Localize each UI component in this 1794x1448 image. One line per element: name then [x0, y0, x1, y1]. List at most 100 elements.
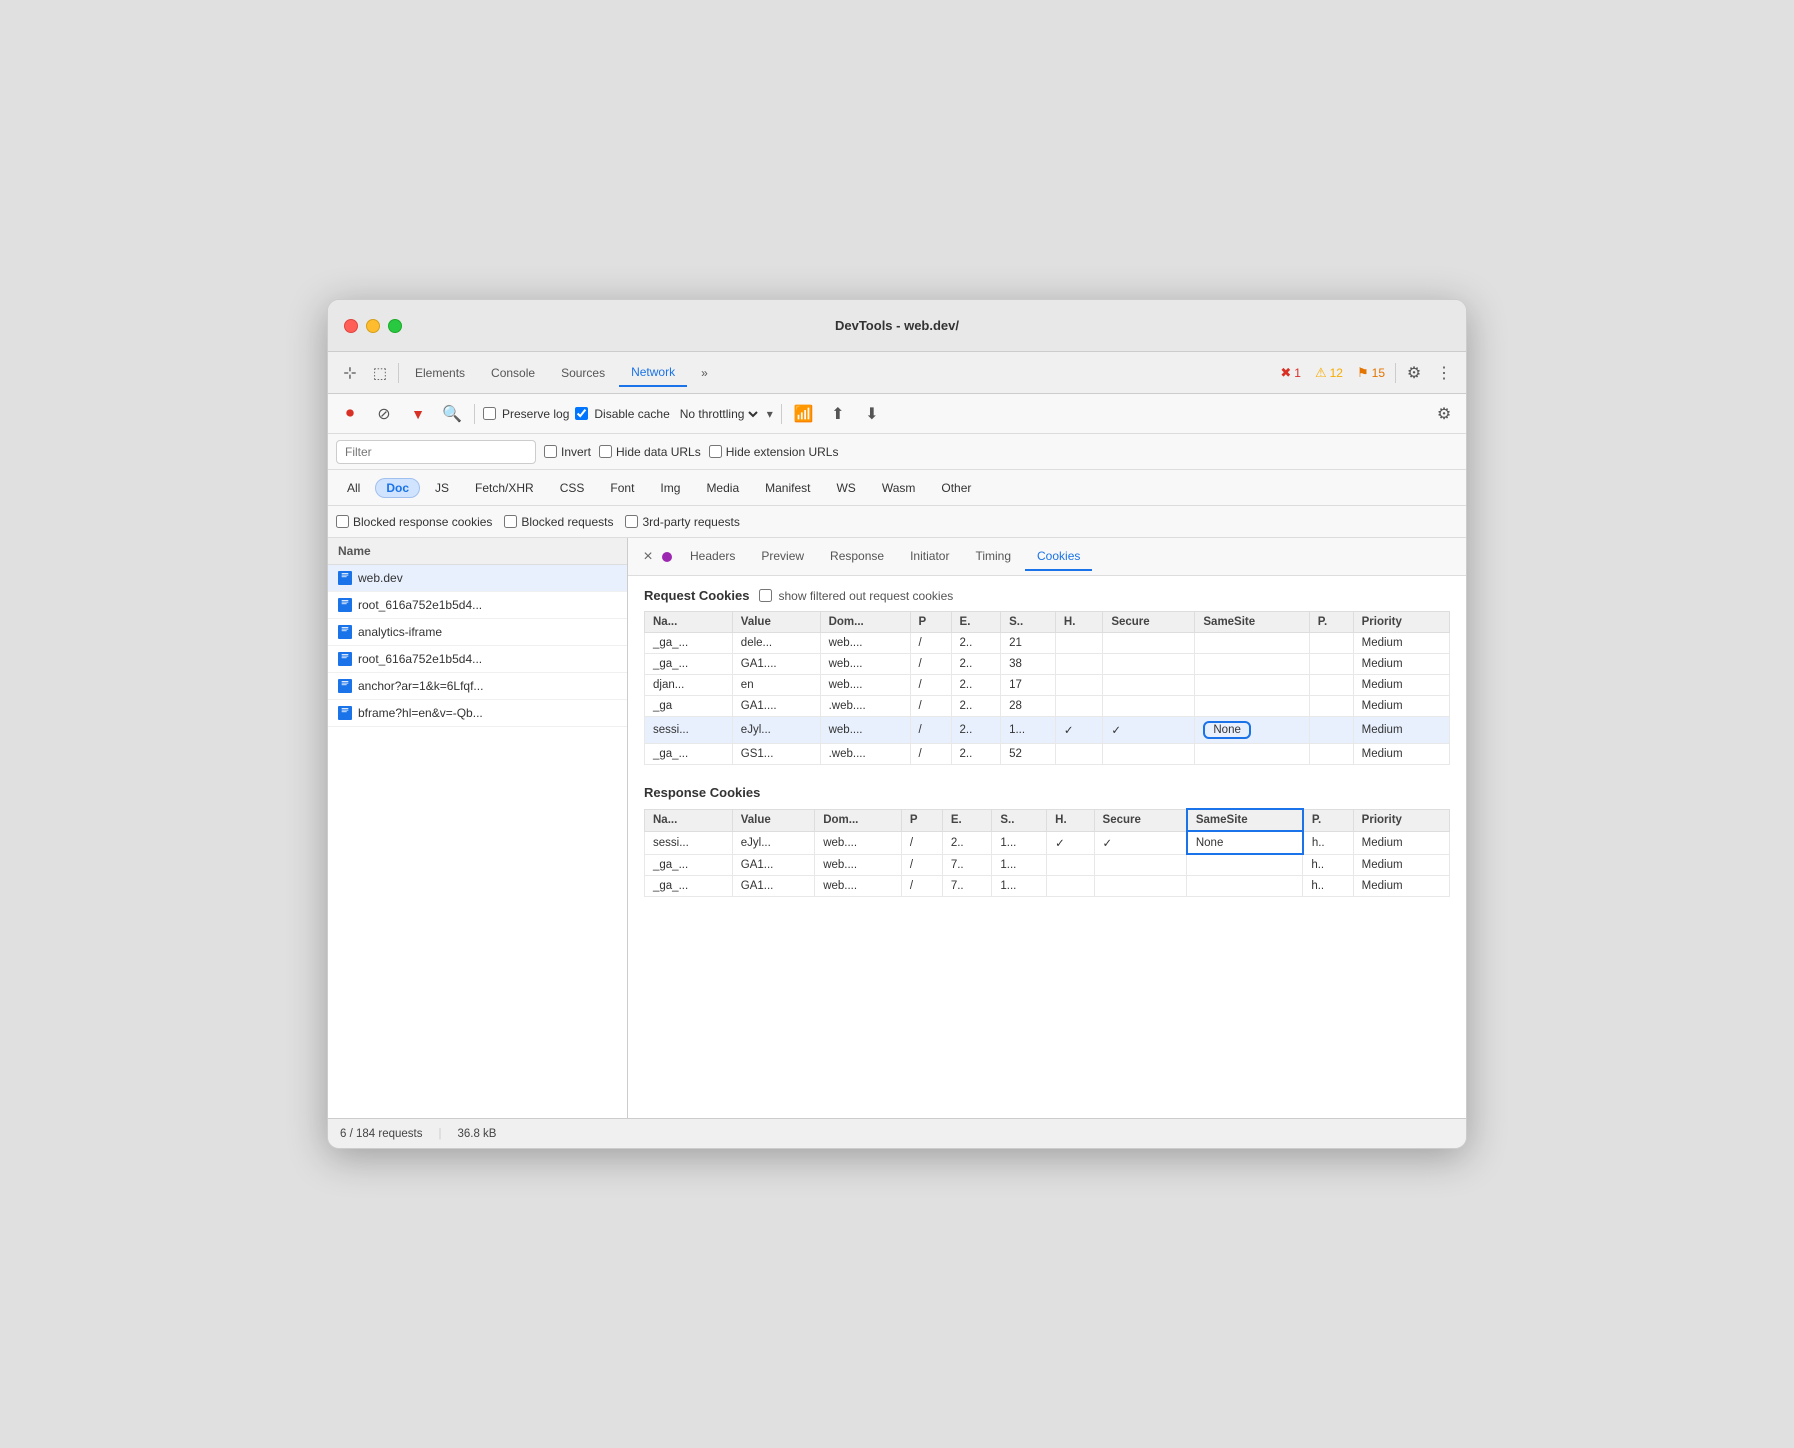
main-content: Name web.dev root_616a752e1b5d4... analy…: [328, 538, 1466, 1118]
sidebar-item-bframe[interactable]: bframe?hl=en&v=-Qb...: [328, 700, 627, 727]
search-icon[interactable]: 🔍: [438, 400, 466, 428]
none-badge-request: None: [1203, 721, 1251, 739]
blocked-response-cookies-input[interactable]: [336, 515, 349, 528]
sidebar-item-label: bframe?hl=en&v=-Qb...: [358, 706, 483, 720]
toolbar-sep1: [474, 404, 475, 424]
hide-data-urls-checkbox[interactable]: Hide data URLs: [599, 445, 701, 459]
invert-input[interactable]: [544, 445, 557, 458]
tab-network[interactable]: Network: [619, 359, 687, 387]
tab-sources[interactable]: Sources: [549, 360, 617, 386]
sidebar-item-root2[interactable]: root_616a752e1b5d4...: [328, 646, 627, 673]
rcol-part: P.: [1303, 809, 1353, 831]
clear-button[interactable]: ⊘: [370, 400, 398, 428]
wifi-icon[interactable]: 📶: [790, 400, 818, 428]
hide-extension-urls-checkbox[interactable]: Hide extension URLs: [709, 445, 839, 459]
throttle-arrow[interactable]: ▾: [767, 407, 773, 421]
request-cookies-header-row: Na... Value Dom... P E. S.. H. Secure Sa…: [645, 612, 1450, 633]
filter-ws[interactable]: WS: [825, 478, 866, 498]
tab-more[interactable]: »: [689, 360, 720, 386]
table-row[interactable]: _ga_... GA1... web.... / 7.. 1... h.. Me…: [645, 854, 1450, 875]
table-row[interactable]: _ga GA1.... .web.... / 2.. 28 Medium: [645, 696, 1450, 717]
table-row[interactable]: _ga_... dele... web.... / 2.. 21 Medium: [645, 633, 1450, 654]
network-settings-icon[interactable]: ⚙: [1430, 400, 1458, 428]
filter-media[interactable]: Media: [695, 478, 750, 498]
network-toolbar: ⏺ ⊘ ▼ 🔍 Preserve log Disable cache No th…: [328, 394, 1466, 434]
device-toolbar-icon[interactable]: ⬚: [366, 359, 394, 387]
disable-cache-input[interactable]: [575, 407, 588, 420]
filter-manifest[interactable]: Manifest: [754, 478, 821, 498]
throttle-select[interactable]: No throttling: [676, 406, 761, 422]
more-options-icon[interactable]: ⋮: [1430, 359, 1458, 387]
response-cookies-header-row: Na... Value Dom... P E. S.. H. Secure Sa…: [645, 809, 1450, 831]
traffic-lights: [344, 319, 402, 333]
preserve-log-checkbox[interactable]: Preserve log: [483, 407, 569, 421]
tab-console[interactable]: Console: [479, 360, 547, 386]
table-row[interactable]: _ga_... GA1.... web.... / 2.. 38 Medium: [645, 654, 1450, 675]
tab-headers[interactable]: Headers: [678, 543, 747, 571]
filter-all[interactable]: All: [336, 478, 371, 498]
sidebar-item-webdev[interactable]: web.dev: [328, 565, 627, 592]
warning-icon: ⚠: [1315, 365, 1327, 381]
element-picker-icon[interactable]: ⊹: [336, 359, 364, 387]
rcol-domain: Dom...: [815, 809, 902, 831]
table-row[interactable]: sessi... eJyl... web.... / 2.. 1... ✓ ✓ …: [645, 717, 1450, 744]
blocked-requests-input[interactable]: [504, 515, 517, 528]
record-button[interactable]: ⏺: [336, 400, 364, 428]
sidebar: Name web.dev root_616a752e1b5d4... analy…: [328, 538, 628, 1118]
tab-elements[interactable]: Elements: [403, 360, 477, 386]
response-cookies-table: Na... Value Dom... P E. S.. H. Secure Sa…: [644, 808, 1450, 897]
filter-doc[interactable]: Doc: [375, 478, 420, 498]
col-expires: E.: [951, 612, 1001, 633]
upload-icon[interactable]: ⬆: [824, 400, 852, 428]
badge-separator: [1395, 363, 1396, 383]
filter-wasm[interactable]: Wasm: [871, 478, 927, 498]
filter-fetch-xhr[interactable]: Fetch/XHR: [464, 478, 545, 498]
hide-extension-urls-input[interactable]: [709, 445, 722, 458]
filter-img[interactable]: Img: [649, 478, 691, 498]
rcol-value: Value: [732, 809, 814, 831]
filter-css[interactable]: CSS: [549, 478, 596, 498]
third-party-requests-input[interactable]: [625, 515, 638, 528]
third-party-requests-checkbox[interactable]: 3rd-party requests: [625, 515, 739, 529]
minimize-button[interactable]: [366, 319, 380, 333]
window-title: DevTools - web.dev/: [835, 318, 959, 333]
table-row[interactable]: djan... en web.... / 2.. 17 Medium: [645, 675, 1450, 696]
request-cookies-table: Na... Value Dom... P E. S.. H. Secure Sa…: [644, 611, 1450, 765]
show-filtered-checkbox[interactable]: show filtered out request cookies: [759, 589, 953, 603]
table-row[interactable]: sessi... eJyl... web.... / 2.. 1... ✓ ✓ …: [645, 831, 1450, 854]
filter-other[interactable]: Other: [930, 478, 982, 498]
download-icon[interactable]: ⬇: [858, 400, 886, 428]
tab-timing[interactable]: Timing: [963, 543, 1023, 571]
filter-js[interactable]: JS: [424, 478, 460, 498]
invert-checkbox[interactable]: Invert: [544, 445, 591, 459]
sidebar-item-root1[interactable]: root_616a752e1b5d4...: [328, 592, 627, 619]
close-button[interactable]: [344, 319, 358, 333]
blocked-requests-checkbox[interactable]: Blocked requests: [504, 515, 613, 529]
table-row[interactable]: _ga_... GA1... web.... / 7.. 1... h.. Me…: [645, 875, 1450, 896]
col-priority: Priority: [1353, 612, 1449, 633]
filter-input[interactable]: [336, 440, 536, 464]
toolbar-sep2: [781, 404, 782, 424]
filter-font[interactable]: Font: [599, 478, 645, 498]
detail-tabs: × Headers Preview Response Initiator Tim…: [628, 538, 1466, 576]
tab-initiator[interactable]: Initiator: [898, 543, 961, 571]
preserve-log-input[interactable]: [483, 407, 496, 420]
show-filtered-input[interactable]: [759, 589, 772, 602]
tab-preview[interactable]: Preview: [749, 543, 816, 571]
hide-data-urls-input[interactable]: [599, 445, 612, 458]
table-row[interactable]: _ga_... GS1... .web.... / 2.. 52 Medium: [645, 744, 1450, 765]
filter-icon[interactable]: ▼: [404, 400, 432, 428]
rcol-httponly: H.: [1047, 809, 1094, 831]
disable-cache-checkbox[interactable]: Disable cache: [575, 407, 669, 421]
tab-cookies[interactable]: Cookies: [1025, 543, 1092, 571]
rcol-size: S..: [992, 809, 1047, 831]
document-icon-3: [338, 625, 352, 639]
blocked-response-cookies-checkbox[interactable]: Blocked response cookies: [336, 515, 492, 529]
tab-response[interactable]: Response: [818, 543, 896, 571]
sidebar-item-analytics[interactable]: analytics-iframe: [328, 619, 627, 646]
maximize-button[interactable]: [388, 319, 402, 333]
col-secure: Secure: [1103, 612, 1195, 633]
settings-icon[interactable]: ⚙: [1400, 359, 1428, 387]
sidebar-item-anchor[interactable]: anchor?ar=1&k=6Lfqf...: [328, 673, 627, 700]
close-detail-button[interactable]: ×: [636, 545, 660, 569]
